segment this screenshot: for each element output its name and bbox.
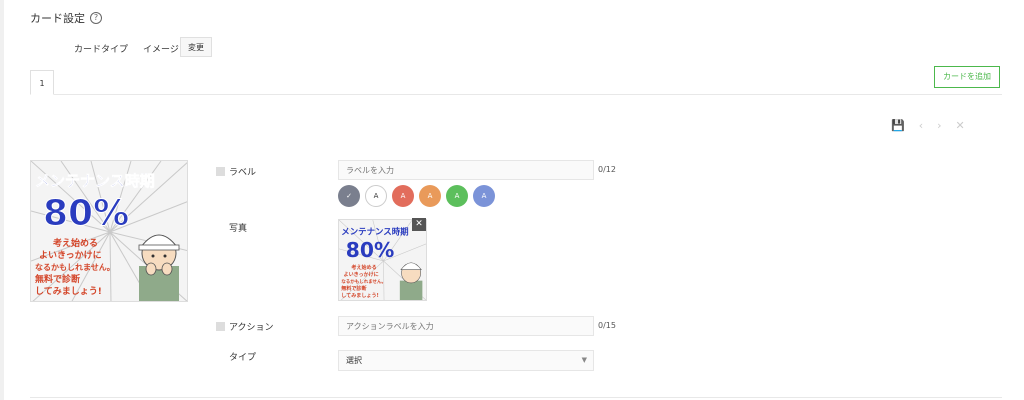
- thumbnail-graphic: メンテナンス時期 80% 考え始める よいきっかけに なるかもしれません。 無料…: [339, 220, 426, 300]
- card-image-preview: メンテナンス時期 80% 考え始める よいきっかけに なるかもしれません。 無料…: [30, 160, 188, 302]
- type-select[interactable]: 選択 ▼: [338, 350, 594, 371]
- card-type-label: カードタイプ: [74, 45, 129, 55]
- card-type-value: イメージ: [143, 45, 179, 55]
- close-icon[interactable]: ✕: [956, 120, 965, 132]
- chevron-down-icon: ▼: [581, 356, 587, 364]
- card-toolbar: 💾 ‹ › ✕: [891, 120, 965, 132]
- thumb-headline: メンテナンス時期: [341, 225, 409, 237]
- bottom-divider: [30, 397, 1002, 398]
- image-line-4: 無料で診断: [35, 273, 80, 285]
- type-select-value: 選択: [346, 356, 362, 365]
- worker-illustration: [138, 234, 180, 301]
- action-counter: 0/15: [598, 321, 616, 330]
- label-input[interactable]: [338, 160, 594, 180]
- change-type-button[interactable]: 変更: [180, 37, 212, 57]
- label-checkbox[interactable]: [216, 167, 225, 176]
- tab-card-1[interactable]: 1: [30, 70, 54, 95]
- image-line-2: よいきっかけに: [39, 250, 102, 261]
- color-swatch-blue[interactable]: A: [473, 185, 495, 207]
- photo-thumbnail[interactable]: メンテナンス時期 80% 考え始める よいきっかけに なるかもしれません。 無料…: [338, 219, 427, 301]
- color-swatch-white[interactable]: A: [365, 185, 387, 207]
- chevron-right-icon[interactable]: ›: [937, 120, 941, 132]
- save-icon[interactable]: 💾: [891, 120, 905, 132]
- title-text: カード設定: [30, 12, 85, 25]
- color-swatch-orange[interactable]: A: [419, 185, 441, 207]
- color-picker: ✓ A A A A A: [338, 185, 495, 207]
- type-field-label: タイプ: [229, 353, 257, 363]
- action-label-input[interactable]: [338, 316, 594, 336]
- label-field-label: ラベル: [229, 168, 257, 178]
- card-image-graphic: メンテナンス時期 80% 考え始める よいきっかけに なるかもしれません。 無料…: [31, 161, 187, 301]
- image-headline: メンテナンス時期: [35, 172, 155, 190]
- action-checkbox[interactable]: [216, 322, 225, 331]
- left-edge-bar: [0, 0, 4, 400]
- chevron-left-icon[interactable]: ‹: [919, 120, 923, 132]
- color-swatch-gray-selected[interactable]: ✓: [338, 185, 360, 207]
- action-field-label: アクション: [229, 323, 274, 333]
- image-line-1: 考え始める: [53, 237, 98, 249]
- color-swatch-red[interactable]: A: [392, 185, 414, 207]
- page-title: カード設定 ?: [30, 10, 102, 26]
- image-line-5: してみましょう!: [35, 286, 102, 297]
- help-circle-icon[interactable]: ?: [90, 12, 102, 24]
- image-line-3: なるかもしれません。: [35, 263, 115, 272]
- add-card-button[interactable]: カードを追加: [934, 66, 1000, 88]
- label-counter: 0/12: [598, 165, 616, 174]
- remove-photo-close-icon[interactable]: ✕: [412, 218, 426, 231]
- photo-label: 写真: [229, 224, 248, 234]
- image-percent: 80%: [43, 193, 129, 234]
- tabs-divider: [30, 94, 1002, 95]
- thumb-percent: 80%: [346, 238, 394, 262]
- color-swatch-green[interactable]: A: [446, 185, 468, 207]
